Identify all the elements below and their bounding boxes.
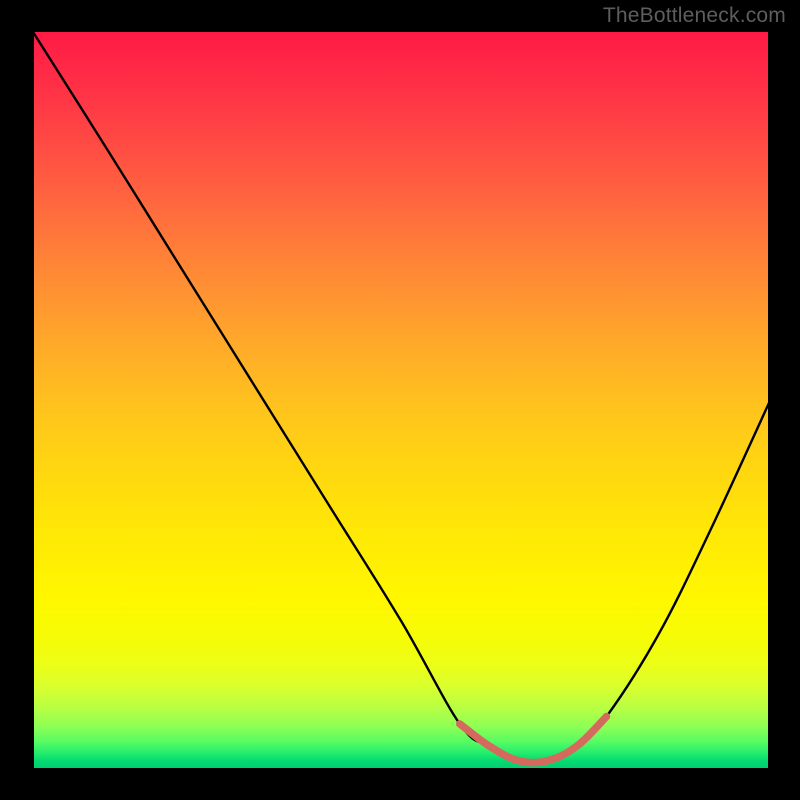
watermark-text: TheBottleneck.com <box>603 4 786 28</box>
bottleneck-curve <box>34 32 768 763</box>
plot-area <box>34 32 768 768</box>
curve-layer <box>34 32 768 768</box>
chart-stage: TheBottleneck.com <box>0 0 800 800</box>
optimal-range-highlight <box>460 716 607 762</box>
